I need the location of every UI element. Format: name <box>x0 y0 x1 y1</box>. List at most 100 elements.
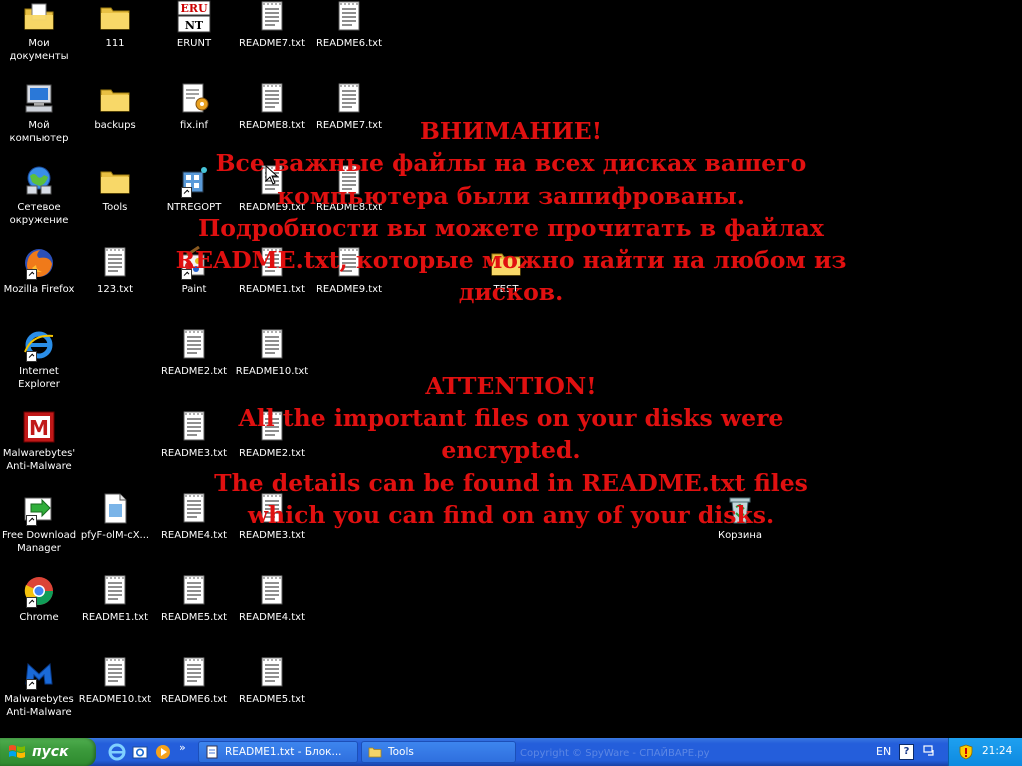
desktop-icon-label: README5.txt <box>160 612 228 623</box>
desktop-icon[interactable]: README9.txt <box>311 246 387 324</box>
desktop-icon-label: README8.txt <box>315 202 383 213</box>
folder-icon <box>100 171 130 194</box>
media-player-icon[interactable] <box>154 743 172 761</box>
desktop-icon[interactable]: 123.txt <box>77 246 153 324</box>
desktop-icon[interactable]: M Malwarebytes' Anti-Malware <box>1 410 77 488</box>
desktop-icon-label: Free Download Manager <box>1 530 77 554</box>
desktop-icon[interactable]: README4.txt <box>156 492 232 570</box>
text-file-icon <box>104 657 126 687</box>
language-bar-help-icon[interactable]: ? <box>899 744 914 760</box>
desktop-icon[interactable]: Корзина <box>702 492 778 570</box>
desktop-icon[interactable]: README2.txt <box>234 410 310 488</box>
desktop-icon[interactable]: README7.txt <box>311 82 387 160</box>
desktop-icon[interactable]: README5.txt <box>234 656 310 734</box>
desktop-icon-label: Мои документы <box>9 38 69 62</box>
text-file-icon <box>261 1 283 31</box>
text-file-icon <box>183 411 205 441</box>
desktop-icon[interactable]: README2.txt <box>156 328 232 406</box>
text-file-icon <box>261 247 283 277</box>
text-file-icon <box>183 657 205 687</box>
desktop-icon-label: Tools <box>102 202 128 213</box>
notepad-icon <box>206 745 218 759</box>
desktop-icon-label: README9.txt <box>315 284 383 295</box>
desktop-icon[interactable]: Сетевое окружение <box>1 164 77 242</box>
desktop-icon-label: Корзина <box>717 530 763 541</box>
desktop-icon[interactable]: NTREGOPT <box>156 164 232 242</box>
desktop-icon[interactable]: TEST <box>468 246 544 324</box>
desktop-icon-label: README6.txt <box>160 694 228 705</box>
shortcut-arrow-icon <box>26 679 37 690</box>
recycle-bin-icon <box>729 497 751 524</box>
text-file-icon <box>338 83 360 113</box>
text-file-icon <box>338 165 360 195</box>
windows-flag-icon <box>9 745 25 758</box>
desktop-icon[interactable]: 111 <box>77 0 153 78</box>
security-shield-icon[interactable] <box>959 744 973 760</box>
desktop-icon[interactable]: Free Download Manager <box>1 492 77 570</box>
svg-text:NT: NT <box>185 19 204 32</box>
folder-icon <box>100 7 130 30</box>
desktop-icon-label: README1.txt <box>81 612 149 623</box>
desktop-icon[interactable]: README5.txt <box>156 574 232 652</box>
my-documents-icon <box>24 3 54 30</box>
desktop-icon[interactable]: fix.inf <box>156 82 232 160</box>
desktop-icon[interactable]: Paint <box>156 246 232 324</box>
desktop-icon[interactable]: README4.txt <box>234 574 310 652</box>
system-tray: 21:24 <box>948 738 1022 766</box>
desktop-icon-label: README3.txt <box>238 530 306 541</box>
desktop-icon-label: pfyF-olM-cX... <box>80 530 150 541</box>
desktop-icon[interactable]: README8.txt <box>234 82 310 160</box>
language-bar-minimize-icon[interactable] <box>922 744 936 758</box>
desktop-icon-label: Paint <box>181 284 207 295</box>
desktop-icon[interactable]: backups <box>77 82 153 160</box>
text-file-icon <box>338 247 360 277</box>
desktop-icon-label: Malwarebytes' Anti-Malware <box>2 448 76 472</box>
quick-launch-overflow[interactable]: » <box>179 741 186 754</box>
shortcut-arrow-icon <box>26 597 37 608</box>
desktop-icon-label: Chrome <box>19 612 59 623</box>
desktop-icon[interactable]: README1.txt <box>234 246 310 324</box>
watermark: Copyright © SpyWare - СПАЙВАРЕ.ру <box>520 748 710 759</box>
desktop-icon-label: README5.txt <box>238 694 306 705</box>
desktop-icon-label: README4.txt <box>238 612 306 623</box>
desktop-icon[interactable]: README1.txt <box>77 574 153 652</box>
desktop-icon-label: backups <box>94 120 136 131</box>
desktop-icon-label: README1.txt <box>238 284 306 295</box>
shortcut-arrow-icon <box>181 187 192 198</box>
desktop-icon[interactable]: Мой компьютер <box>1 82 77 160</box>
desktop-icon[interactable]: README10.txt <box>77 656 153 734</box>
desktop-icon[interactable]: pfyF-olM-cX... <box>77 492 153 570</box>
desktop-icon[interactable]: README6.txt <box>156 656 232 734</box>
task-tools-folder[interactable]: Tools <box>361 741 516 763</box>
desktop-icon[interactable]: Internet Explorer <box>1 328 77 406</box>
text-file-icon <box>104 247 126 277</box>
desktop-icon[interactable]: ERU NT ERUNT <box>156 0 232 78</box>
clock[interactable]: 21:24 <box>982 745 1012 757</box>
desktop-icon[interactable]: README7.txt <box>234 0 310 78</box>
desktop-icon[interactable]: README3.txt <box>234 492 310 570</box>
desktop-icon[interactable]: README3.txt <box>156 410 232 488</box>
desktop-icon-label: README8.txt <box>238 120 306 131</box>
desktop-icon-label: README10.txt <box>78 694 152 705</box>
text-file-icon <box>104 575 126 605</box>
text-file-icon <box>183 329 205 359</box>
desktop-icon[interactable]: Мои документы <box>1 0 77 78</box>
desktop-icon[interactable]: Tools <box>77 164 153 242</box>
outlook-express-icon[interactable] <box>131 743 149 761</box>
text-file-icon <box>261 411 283 441</box>
desktop-icon[interactable]: README6.txt <box>311 0 387 78</box>
internet-explorer-icon[interactable] <box>108 743 126 761</box>
start-button[interactable]: пуск <box>0 738 96 766</box>
language-indicator[interactable]: EN <box>876 745 891 758</box>
task-notepad-readme1[interactable]: README1.txt - Блок... <box>198 741 358 763</box>
desktop-icon[interactable]: README8.txt <box>311 164 387 242</box>
text-file-icon <box>338 1 360 31</box>
desktop-icon-label: Malwarebytes Anti-Malware <box>4 694 74 718</box>
desktop-icon-label: Mozilla Firefox <box>3 284 75 295</box>
desktop-icon[interactable]: README10.txt <box>234 328 310 406</box>
desktop-icon[interactable]: Chrome <box>1 574 77 652</box>
svg-text:M: M <box>29 416 49 440</box>
desktop-icon-label: ERUNT <box>176 38 212 49</box>
desktop-icon[interactable]: Malwarebytes Anti-Malware <box>1 656 77 734</box>
desktop-icon[interactable]: Mozilla Firefox <box>1 246 77 324</box>
